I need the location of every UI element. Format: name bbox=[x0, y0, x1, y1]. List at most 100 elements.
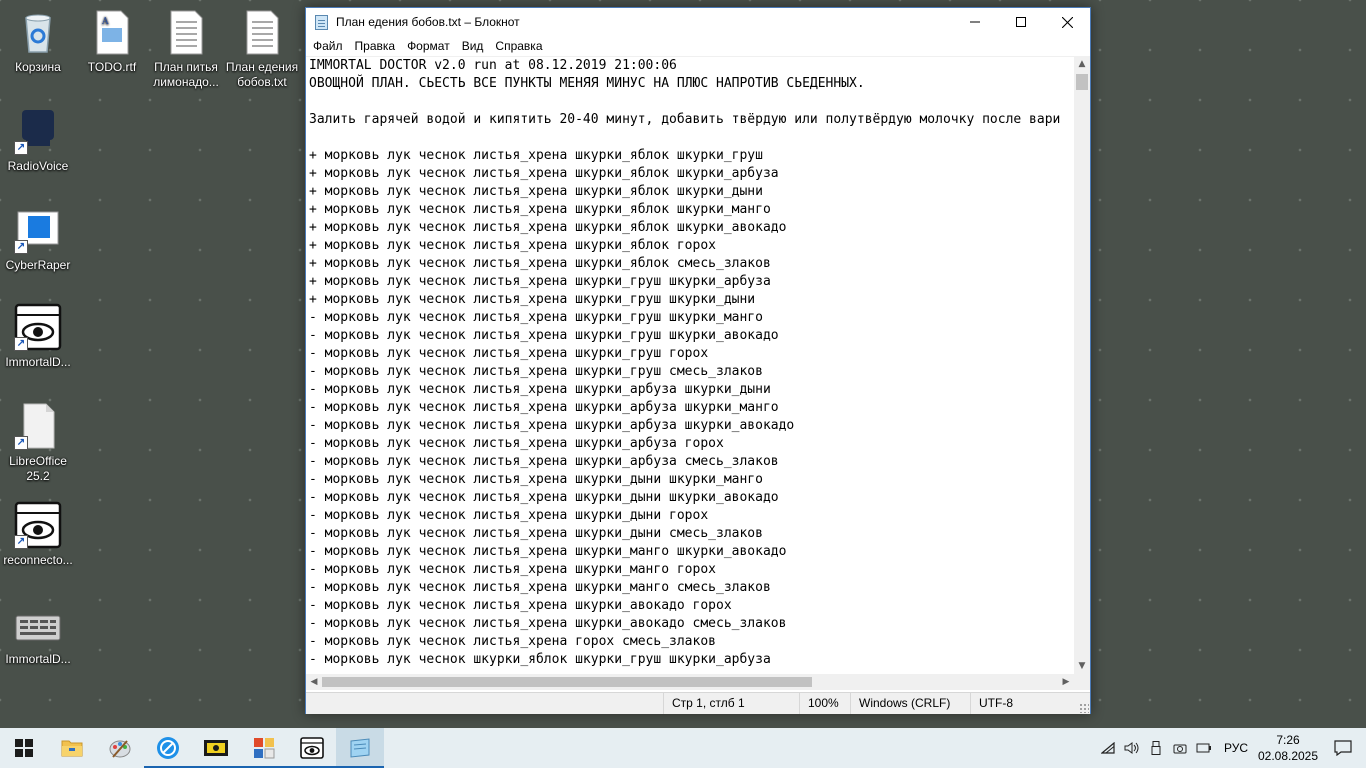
desktop-icon-label: CyberRaper bbox=[5, 258, 71, 272]
menu-file[interactable]: Файл bbox=[307, 36, 349, 56]
radiovoice-app-icon: ↗ bbox=[14, 107, 62, 155]
menu-format[interactable]: Формат bbox=[401, 36, 456, 56]
text-file-icon bbox=[238, 8, 286, 56]
cyberraper-app-icon: ↗ bbox=[14, 206, 62, 254]
scroll-up-icon[interactable]: ▲ bbox=[1074, 56, 1090, 72]
minimize-button[interactable] bbox=[952, 8, 998, 36]
notepad-icon bbox=[350, 738, 370, 758]
status-bar: Стр 1, стлб 1 100% Windows (CRLF) UTF-8 bbox=[306, 692, 1090, 714]
desktop-icon-reconnector[interactable]: ↗ reconnecto... bbox=[0, 501, 76, 568]
text-line: - морковь лук чеснок листья_хрена шкурки… bbox=[309, 562, 716, 577]
scroll-down-icon[interactable]: ▼ bbox=[1074, 658, 1090, 674]
taskbar-yellow-app[interactable] bbox=[192, 728, 240, 768]
desktop-icon-label: План едения бобов.txt bbox=[225, 60, 299, 89]
taskbar-colorful-app[interactable] bbox=[240, 728, 288, 768]
text-line: + морковь лук чеснок листья_хрена шкурки… bbox=[309, 274, 771, 289]
horizontal-scroll-thumb[interactable] bbox=[322, 677, 812, 687]
desktop-icon-beans-plan[interactable]: План едения бобов.txt bbox=[224, 8, 300, 90]
text-file-icon bbox=[162, 8, 210, 56]
text-line: - морковь лук чеснок листья_хрена шкурки… bbox=[309, 544, 787, 559]
shortcut-arrow-icon: ↗ bbox=[14, 141, 28, 155]
text-line: - морковь лук чеснок листья_хрена шкурки… bbox=[309, 490, 779, 505]
text-line: Залить гарячей водой и кипятить 20-40 ми… bbox=[309, 112, 1061, 127]
status-line-endings: Windows (CRLF) bbox=[850, 693, 970, 714]
taskbar: РУС 7:26 02.08.2025 bbox=[0, 728, 1366, 768]
desktop-icon-label: Корзина bbox=[15, 60, 61, 74]
maximize-button[interactable] bbox=[998, 8, 1044, 36]
text-line: + морковь лук чеснок листья_хрена шкурки… bbox=[309, 202, 771, 217]
text-line: + морковь лук чеснок листья_хрена шкурки… bbox=[309, 166, 779, 181]
taskbar-radiovoice[interactable] bbox=[144, 728, 192, 768]
text-line: + морковь лук чеснок листья_хрена шкурки… bbox=[309, 238, 716, 253]
notification-center-button[interactable] bbox=[1320, 728, 1366, 768]
desktop-icon-radiovoice[interactable]: ↗ RadioVoice bbox=[0, 107, 76, 174]
menu-view[interactable]: Вид bbox=[456, 36, 490, 56]
desktop-icon-immortal-doctor[interactable]: ↗ ImmortalD... bbox=[0, 303, 76, 370]
text-editor[interactable]: IMMORTAL DOCTOR v2.0 run at 08.12.2019 2… bbox=[306, 56, 1074, 675]
yellow-app-icon bbox=[204, 740, 228, 756]
text-line: - морковь лук чеснок листья_хрена шкурки… bbox=[309, 310, 763, 325]
text-line: - морковь лук чеснок листья_хрена шкурки… bbox=[309, 382, 771, 397]
text-line: - морковь лук чеснок листья_хрена шкурки… bbox=[309, 616, 787, 631]
menu-edit[interactable]: Правка bbox=[349, 36, 402, 56]
status-encoding: UTF-8 bbox=[970, 693, 1080, 714]
text-line: - морковь лук чеснок листья_хрена шкурки… bbox=[309, 364, 763, 379]
svg-text:A: A bbox=[101, 17, 109, 27]
minimize-icon bbox=[970, 21, 980, 23]
desktop-icon-libreoffice[interactable]: ↗ LibreOffice 25.2 bbox=[0, 402, 76, 484]
text-line: IMMORTAL DOCTOR v2.0 run at 08.12.2019 2… bbox=[309, 58, 677, 73]
text-line: + морковь лук чеснок листья_хрена шкурки… bbox=[309, 148, 763, 163]
shortcut-arrow-icon: ↗ bbox=[14, 535, 28, 549]
scroll-right-icon[interactable]: ▶ bbox=[1058, 674, 1074, 690]
vertical-scrollbar[interactable]: ▲ ▼ bbox=[1074, 56, 1090, 674]
menu-bar: Файл Правка Формат Вид Справка bbox=[306, 36, 1090, 56]
volume-icon[interactable] bbox=[1120, 728, 1144, 768]
desktop-icon-label: LibreOffice 25.2 bbox=[9, 454, 67, 483]
taskbar-immortal-doctor[interactable] bbox=[288, 728, 336, 768]
menu-help[interactable]: Справка bbox=[489, 36, 548, 56]
desktop-icon-immortal-keyboard[interactable]: ImmortalD... bbox=[0, 600, 76, 667]
clock[interactable]: 7:26 02.08.2025 bbox=[1256, 732, 1320, 764]
rtf-document-icon: A bbox=[88, 8, 136, 56]
clock-time: 7:26 bbox=[1276, 733, 1300, 747]
scroll-left-icon[interactable]: ◀ bbox=[306, 674, 322, 690]
desktop-icon-cyberraper[interactable]: ↗ CyberRaper bbox=[0, 206, 76, 273]
colorful-windows-icon bbox=[254, 738, 275, 759]
input-language[interactable]: РУС bbox=[1216, 741, 1256, 755]
file-explorer-icon bbox=[61, 740, 83, 757]
desktop-icon-label: reconnecto... bbox=[3, 553, 73, 567]
vertical-scroll-thumb[interactable] bbox=[1076, 74, 1088, 90]
text-line: - морковь лук чеснок листья_хрена шкурки… bbox=[309, 598, 732, 613]
battery-icon[interactable] bbox=[1192, 728, 1216, 768]
usb-device-icon[interactable] bbox=[1144, 728, 1168, 768]
desktop-icon-label: ImmortalD... bbox=[5, 355, 71, 369]
close-button[interactable] bbox=[1044, 8, 1090, 36]
taskbar-paint[interactable] bbox=[96, 728, 144, 768]
start-button[interactable] bbox=[0, 728, 48, 768]
keyboard-app-icon bbox=[14, 600, 62, 648]
title-bar[interactable]: План едения бобов.txt – Блокнот bbox=[306, 8, 1090, 36]
taskbar-file-explorer[interactable] bbox=[48, 728, 96, 768]
desktop-icon-lemonade-plan[interactable]: План питья лимонадо... bbox=[148, 8, 224, 90]
text-line bbox=[309, 129, 1060, 147]
text-line: - морковь лук чеснок листья_хрена шкурки… bbox=[309, 508, 709, 523]
windows-start-icon bbox=[15, 739, 33, 757]
text-line: - морковь лук чеснок листья_хрена шкурки… bbox=[309, 418, 795, 433]
notepad-window[interactable]: План едения бобов.txt – Блокнот Файл Пра… bbox=[305, 7, 1091, 714]
text-line: - морковь лук чеснок листья_хрена шкурки… bbox=[309, 400, 779, 415]
desktop-icon-todo[interactable]: A TODO.rtf bbox=[74, 8, 150, 75]
camera-icon[interactable] bbox=[1168, 728, 1192, 768]
radio-globe-icon bbox=[157, 737, 179, 759]
close-icon bbox=[1061, 16, 1073, 28]
paint-palette-icon bbox=[109, 740, 131, 758]
taskbar-notepad[interactable] bbox=[336, 728, 384, 768]
desktop-icon-recycle-bin[interactable]: Корзина bbox=[0, 8, 76, 75]
horizontal-scrollbar[interactable]: ◀ ▶ bbox=[306, 674, 1074, 690]
network-icon[interactable] bbox=[1096, 728, 1120, 768]
text-line bbox=[309, 93, 1060, 111]
resize-grip-icon[interactable] bbox=[1079, 703, 1089, 713]
notification-icon bbox=[1334, 740, 1352, 756]
text-line: + морковь лук чеснок листья_хрена шкурки… bbox=[309, 184, 763, 199]
text-line: - морковь лук чеснок листья_хрена шкурки… bbox=[309, 580, 771, 595]
desktop-icon-label: ImmortalD... bbox=[5, 652, 71, 666]
